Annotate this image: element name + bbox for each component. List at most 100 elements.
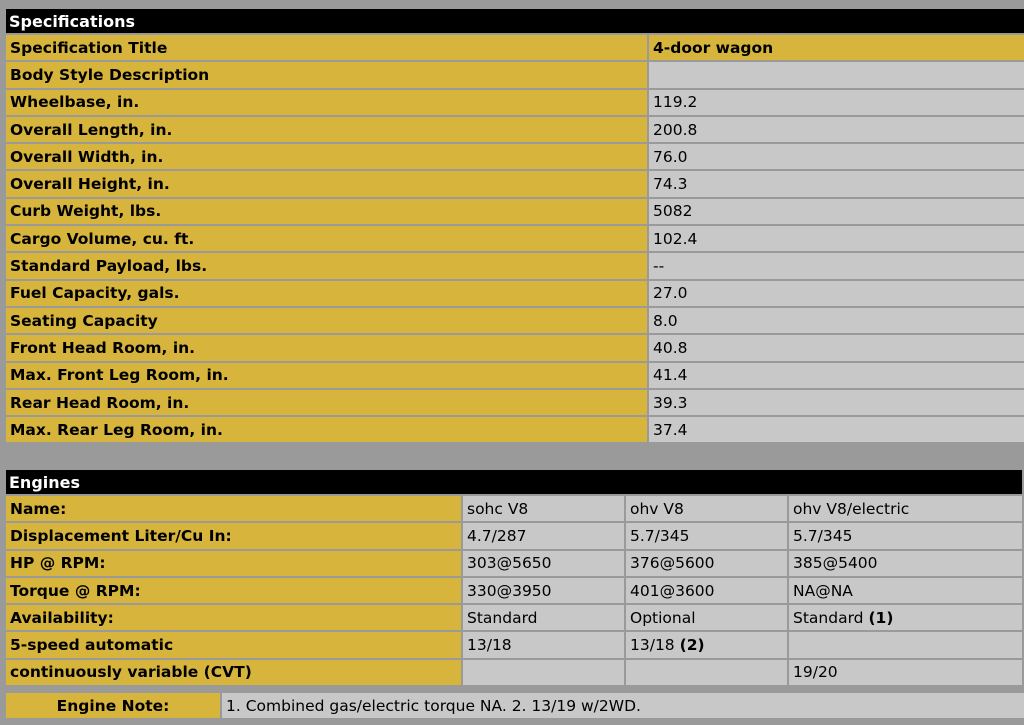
- engine-cell: Optional: [626, 605, 787, 631]
- engine-cell-text: Optional: [630, 608, 696, 627]
- table-row: Curb Weight, lbs. 5082: [6, 198, 1024, 225]
- engine-cell-text: Standard: [793, 608, 864, 627]
- engine-cell: 19/20: [789, 659, 1023, 686]
- specifications-header-row: Specifications: [6, 9, 1024, 33]
- engine-cell: 330@3950: [463, 577, 624, 604]
- engine-cell-text: 5.7/345: [630, 526, 690, 545]
- engines-header: Engines: [6, 470, 1023, 494]
- table-row: Max. Front Leg Room, in. 41.4: [6, 362, 1024, 388]
- engine-row-label: Torque @ RPM:: [6, 577, 461, 604]
- table-row: Rear Head Room, in. 39.3: [6, 389, 1024, 416]
- table-row: Seating Capacity 8.0: [6, 307, 1024, 334]
- engine-cell: 4.7/287: [463, 523, 624, 549]
- engine-cell: ohv V8: [626, 496, 787, 522]
- table-row: Fuel Capacity, gals. 27.0: [6, 280, 1024, 306]
- table-row: Torque @ RPM: 330@3950 401@3600 NA@NA: [6, 577, 1023, 604]
- table-row: Standard Payload, lbs. --: [6, 253, 1024, 279]
- engine-cell: 13/18 (2): [626, 632, 787, 658]
- spec-title-label: Specification Title: [6, 35, 647, 61]
- spec-value: 200.8: [649, 116, 1024, 143]
- spec-value: 37.4: [649, 417, 1024, 443]
- page: Specifications Specification Title 4-doo…: [0, 0, 1024, 725]
- engine-cell-text: 385@5400: [793, 554, 878, 573]
- engine-cell-text: ohv V8: [630, 499, 684, 518]
- spec-label: Rear Head Room, in.: [6, 389, 647, 416]
- engine-cell: [789, 632, 1023, 658]
- spec-label: Front Head Room, in.: [6, 335, 647, 361]
- table-row: Overall Height, in. 74.3: [6, 171, 1024, 197]
- spec-title-row: Specification Title 4-door wagon: [6, 35, 1024, 61]
- engine-cell-text: 13/18: [467, 636, 512, 655]
- spec-label: Overall Height, in.: [6, 171, 647, 197]
- engine-cell: Standard: [463, 605, 624, 631]
- table-row: Name: sohc V8 ohv V8 ohv V8/electric: [6, 496, 1023, 522]
- spec-value: 41.4: [649, 362, 1024, 388]
- spec-label: Fuel Capacity, gals.: [6, 280, 647, 306]
- engine-cell: 401@3600: [626, 577, 787, 604]
- spec-value: --: [649, 253, 1024, 279]
- table-row: Availability: Standard Optional Standard (1…: [6, 605, 1023, 631]
- engine-note-label: Engine Note:: [6, 693, 220, 719]
- engine-cell: 5.7/345: [789, 523, 1023, 549]
- engines-table: Engines Name: sohc V8 ohv V8 ohv V8/electri…: [4, 468, 1024, 687]
- table-row: Max. Rear Leg Room, in. 37.4: [6, 417, 1024, 443]
- table-row: Body Style Description: [6, 62, 1024, 88]
- engine-note-row: Engine Note: 1. Combined gas/electric to…: [6, 693, 1024, 719]
- spec-label: Overall Width, in.: [6, 144, 647, 170]
- engine-cell: sohc V8: [463, 496, 624, 522]
- engine-cell-text: Standard: [467, 608, 538, 627]
- engine-cell: 376@5600: [626, 550, 787, 576]
- spec-value: 27.0: [649, 280, 1024, 306]
- engine-cell-text: 330@3950: [467, 581, 552, 600]
- specifications-table: Specifications Specification Title 4-doo…: [4, 7, 1024, 444]
- engine-cell: [463, 659, 624, 686]
- engine-cell-text: sohc V8: [467, 499, 529, 518]
- table-row: Displacement Liter/Cu In: 4.7/287 5.7/345 5…: [6, 523, 1023, 549]
- table-row: continuously variable (CVT) 19/20: [6, 659, 1023, 686]
- spec-value: 39.3: [649, 389, 1024, 416]
- spec-label: Max. Front Leg Room, in.: [6, 362, 647, 388]
- engine-cell-text: ohv V8/electric: [793, 499, 910, 518]
- engine-cell-text: 303@5650: [467, 554, 552, 573]
- engine-row-label: Availability:: [6, 605, 461, 631]
- engine-note-table: Engine Note: 1. Combined gas/electric to…: [4, 691, 1024, 720]
- spec-value: 102.4: [649, 226, 1024, 252]
- spec-value: 76.0: [649, 144, 1024, 170]
- engine-cell: 385@5400: [789, 550, 1023, 576]
- engine-row-label: 5-speed automatic: [6, 632, 461, 658]
- footnote-marker: (2): [679, 636, 705, 655]
- spec-title-value: 4-door wagon: [649, 35, 1024, 61]
- spec-value: 74.3: [649, 171, 1024, 197]
- spec-value: 40.8: [649, 335, 1024, 361]
- engine-cell: 13/18: [463, 632, 624, 658]
- engine-cell: 303@5650: [463, 550, 624, 576]
- spec-value: 119.2: [649, 89, 1024, 115]
- engine-cell: NA@NA: [789, 577, 1023, 604]
- engines-header-row: Engines: [6, 470, 1023, 494]
- spec-value: [649, 62, 1024, 88]
- engine-row-label: Displacement Liter/Cu In:: [6, 523, 461, 549]
- engine-cell: Standard (1): [789, 605, 1023, 631]
- table-row: Front Head Room, in. 40.8: [6, 335, 1024, 361]
- spec-label: Standard Payload, lbs.: [6, 253, 647, 279]
- engine-cell: ohv V8/electric: [789, 496, 1023, 522]
- table-row: Overall Width, in. 76.0: [6, 144, 1024, 170]
- spec-value: 5082: [649, 198, 1024, 225]
- table-row: HP @ RPM: 303@5650 376@5600 385@5400: [6, 550, 1023, 576]
- engine-cell-text: 4.7/287: [467, 526, 527, 545]
- engine-cell-text: 13/18: [630, 636, 675, 655]
- spec-label: Seating Capacity: [6, 307, 647, 334]
- specifications-header: Specifications: [6, 9, 1024, 33]
- spec-label: Cargo Volume, cu. ft.: [6, 226, 647, 252]
- spec-label: Max. Rear Leg Room, in.: [6, 417, 647, 443]
- table-row: Overall Length, in. 200.8: [6, 116, 1024, 143]
- table-row: 5-speed automatic 13/18 13/18 (2): [6, 632, 1023, 658]
- engine-cell-text: 376@5600: [630, 554, 715, 573]
- engine-note-text: 1. Combined gas/electric torque NA. 2. 1…: [222, 693, 1024, 719]
- engine-cell-text: 401@3600: [630, 581, 715, 600]
- spec-label: Curb Weight, lbs.: [6, 198, 647, 225]
- engine-cell: [626, 659, 787, 686]
- spec-label: Overall Length, in.: [6, 116, 647, 143]
- table-row: Cargo Volume, cu. ft. 102.4: [6, 226, 1024, 252]
- spec-value: 8.0: [649, 307, 1024, 334]
